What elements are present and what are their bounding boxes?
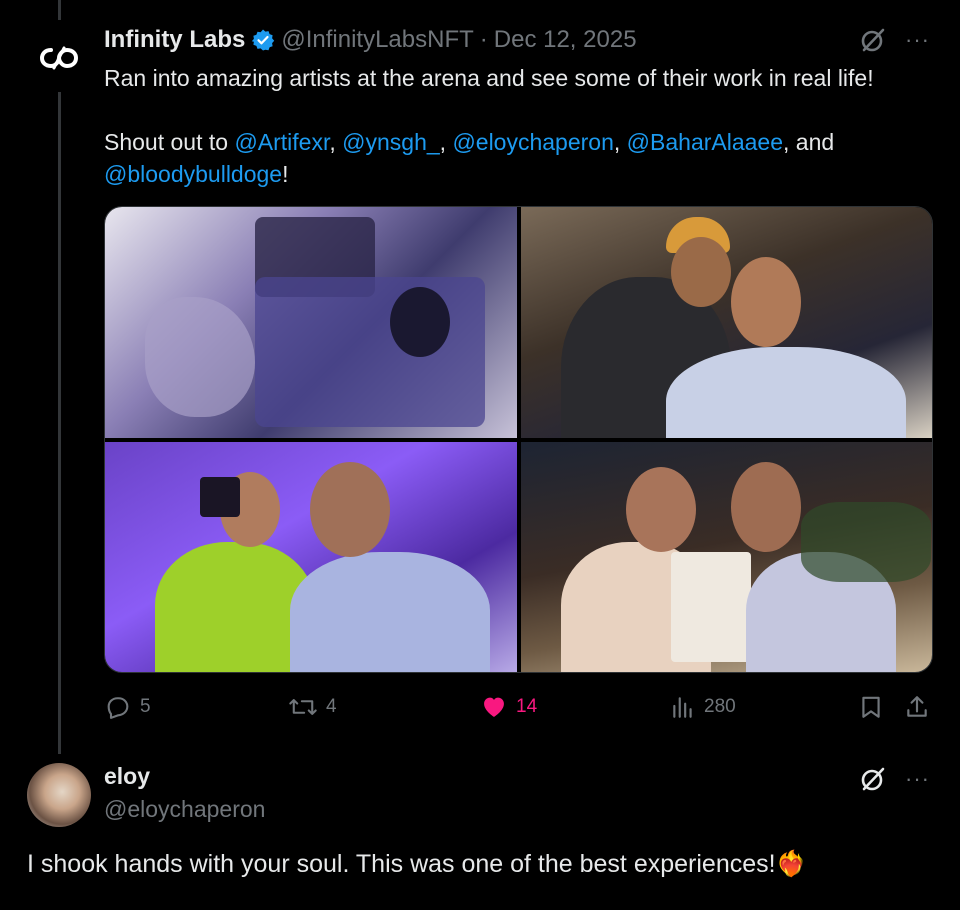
selfie-drawing-photo[interactable] — [520, 441, 932, 672]
mention-artifexr[interactable]: @Artifexr — [234, 129, 329, 155]
eloy-avatar[interactable] — [27, 763, 91, 827]
author-handle[interactable]: @InfinityLabsNFT — [281, 26, 473, 54]
tweet-date[interactable]: Dec 12, 2025 — [494, 26, 637, 54]
more-options-icon[interactable]: ··· — [905, 768, 930, 790]
repost-action[interactable]: 4 — [288, 693, 337, 721]
views-count: 280 — [704, 696, 736, 717]
grok-icon[interactable] — [859, 765, 887, 793]
tweet-top-actions: ··· — [859, 26, 930, 54]
thread-line-top — [58, 0, 61, 20]
grok-icon[interactable] — [859, 26, 887, 54]
selfie-purple-wall-photo[interactable] — [105, 441, 517, 672]
analytics-icon — [673, 697, 692, 718]
fire-heart-emoji-icon: ❤️‍🔥 — [775, 850, 807, 878]
tweet-header: Infinity Labs @InfinityLabsNFT · Dec 12,… — [104, 24, 637, 56]
header-separator: · — [479, 26, 488, 53]
selfie-two-men-photo[interactable] — [520, 207, 932, 438]
tweet-action-bar: 5 4 14 280 — [104, 693, 934, 725]
thread-line — [58, 92, 61, 754]
infinity-labs-logo-avatar[interactable] — [27, 30, 91, 86]
verified-badge-icon[interactable] — [251, 28, 275, 52]
reply-icon — [107, 697, 129, 719]
bookmark-action[interactable] — [858, 693, 884, 721]
mention-baharalaaee[interactable]: @BaharAlaaee — [627, 129, 783, 155]
reply-author-handle[interactable]: @eloychaperon — [104, 796, 265, 823]
views-action[interactable]: 280 — [670, 693, 736, 721]
bookmark-icon — [862, 696, 880, 718]
reply-text: I shook hands with your soul. This was o… — [27, 850, 807, 879]
author-name[interactable]: Infinity Labs — [104, 26, 245, 54]
mention-eloychaperon[interactable]: @eloychaperon — [452, 129, 613, 155]
heart-icon — [484, 697, 504, 717]
repost-count: 4 — [326, 696, 337, 717]
reply-top-actions: ··· — [859, 765, 930, 793]
more-options-icon[interactable]: ··· — [905, 29, 930, 51]
media-grid — [104, 206, 933, 673]
tweet-text: Ran into amazing artists at the arena an… — [104, 62, 934, 190]
tweet-text-shoutout: Shout out to @Artifexr, @ynsgh_, @eloych… — [104, 129, 835, 187]
share-icon — [907, 696, 927, 717]
infinity-logo-icon — [39, 46, 79, 70]
share-action[interactable] — [904, 693, 930, 721]
mention-bloodybulldoge[interactable]: @bloodybulldoge — [104, 161, 282, 187]
like-action[interactable]: 14 — [480, 693, 537, 721]
repost-icon — [289, 699, 317, 715]
artwork-prints-photo[interactable] — [105, 207, 517, 438]
mention-ynsgh[interactable]: @ynsgh_ — [342, 129, 440, 155]
tweet-text-line1: Ran into amazing artists at the arena an… — [104, 65, 874, 91]
reply-text-body: I shook hands with your soul. This was o… — [27, 850, 776, 878]
reply-author-name[interactable]: eloy — [104, 763, 150, 790]
reply-action[interactable]: 5 — [104, 693, 151, 721]
like-count: 14 — [516, 696, 538, 717]
reply-count: 5 — [140, 696, 151, 717]
